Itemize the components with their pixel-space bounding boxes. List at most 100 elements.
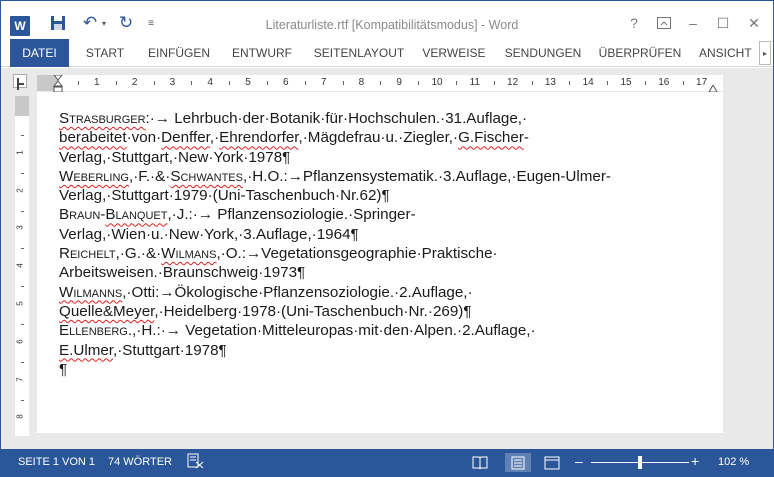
minimize-button[interactable]: – bbox=[682, 11, 704, 35]
text-run: ,·Otti:→Ökologische·Pflanzensoziologie.·… bbox=[122, 283, 473, 301]
text-run: ,·F.·&· bbox=[128, 167, 171, 185]
tab-entwurf[interactable]: ENTWURF bbox=[227, 39, 297, 67]
ruler-tick bbox=[115, 81, 117, 85]
misspelled-word: E.Ulmer bbox=[59, 341, 114, 359]
document-right-edge bbox=[756, 92, 773, 449]
text-run: :·→ Lehrbuch·der·Botanik·für·Hochschulen… bbox=[145, 110, 528, 127]
text-run: Ellenberg bbox=[59, 322, 128, 340]
text-run: ¶ bbox=[59, 360, 68, 378]
vertical-ruler-tick bbox=[21, 361, 24, 363]
zoom-level[interactable]: 102 % bbox=[718, 456, 749, 468]
tab-ansicht[interactable]: ANSICHT bbox=[699, 39, 759, 67]
vertical-ruler-tick bbox=[21, 399, 24, 401]
status-bar: SEITE 1 VON 1 74 WÖRTER – + 102 % bbox=[1, 449, 773, 476]
vertical-ruler-number: 3 bbox=[15, 225, 25, 231]
misspelled-word: G.Fischer bbox=[458, 129, 524, 147]
ruler-tick bbox=[191, 81, 193, 85]
page-count[interactable]: SEITE 1 VON 1 bbox=[18, 456, 95, 468]
bibliography-entry[interactable]: Wilmanns,·Otti:→Ökologische·Pflanzensozi… bbox=[59, 283, 699, 322]
ruler-number: 14 bbox=[582, 77, 594, 88]
tab-start[interactable]: START bbox=[81, 39, 129, 67]
horizontal-ruler[interactable]: 1 2 3 4 5 6 7 8 9 10 11 12 13 14 15 16 17 bbox=[37, 75, 723, 91]
zoom-in-button[interactable]: + bbox=[691, 453, 699, 469]
ribbon-display-options-icon[interactable] bbox=[653, 11, 675, 35]
vertical-ruler-number: 1 bbox=[15, 150, 25, 155]
text-run: .,·H.:·→ Vegetation·Mitteleuropas·mit·de… bbox=[127, 322, 536, 340]
print-layout-icon[interactable] bbox=[505, 453, 531, 472]
vertical-ruler-tick bbox=[21, 323, 24, 325]
ruler-tick bbox=[607, 81, 609, 85]
ruler-tick bbox=[682, 81, 684, 85]
misspelled-word: Blanquet bbox=[105, 206, 168, 224]
ruler-tick bbox=[531, 81, 533, 85]
ruler-number: 7 bbox=[320, 77, 327, 88]
help-button[interactable]: ? bbox=[623, 11, 645, 35]
ruler-number: 3 bbox=[169, 77, 176, 88]
web-layout-icon[interactable] bbox=[539, 453, 565, 472]
ruler-number: 17 bbox=[696, 77, 708, 88]
bibliography-entry[interactable]: Ellenberg.,·H.:·→ Vegetation·Mitteleurop… bbox=[59, 321, 699, 360]
ruler-tick bbox=[77, 81, 79, 85]
proofing-icon[interactable] bbox=[187, 453, 205, 471]
bibliography-entry[interactable]: ¶ bbox=[59, 360, 699, 379]
zoom-slider-thumb[interactable] bbox=[638, 456, 642, 469]
maximize-button[interactable]: ☐ bbox=[712, 11, 734, 35]
tabs-scroll-right-icon[interactable]: ▸ bbox=[759, 41, 771, 65]
tab-datei[interactable]: DATEI bbox=[10, 39, 69, 67]
vertical-ruler[interactable]: 1 2 3 4 5 6 7 8 bbox=[15, 96, 29, 436]
vertical-ruler-top-margin bbox=[15, 96, 29, 116]
vertical-ruler-number: 4 bbox=[15, 263, 25, 268]
bibliography-entry[interactable]: Weberling,·F.·&·Schwantes,·H.O.:→Pflanze… bbox=[59, 167, 699, 206]
tab-verweise[interactable]: VERWEISE bbox=[419, 39, 489, 67]
ruler-tick bbox=[418, 81, 420, 85]
ruler-number: 12 bbox=[507, 77, 519, 88]
ruler-number: 9 bbox=[396, 77, 402, 88]
misspelled-word: Wilmans bbox=[161, 245, 217, 263]
text-run: ,·Stuttgart·1978¶ bbox=[113, 341, 227, 359]
document-page[interactable]: Strasburger:·→ Lehrbuch·der·Botanik·für·… bbox=[37, 92, 723, 433]
vertical-ruler-tick bbox=[21, 172, 24, 174]
title-bar: W ↶ ▾ ↻ ≡ Literaturliste.rtf [Kompatibil… bbox=[1, 1, 773, 39]
ruler-tick bbox=[342, 81, 344, 85]
ruler-tick bbox=[644, 81, 646, 85]
tab-ueberpruefen[interactable]: ÜBERPRÜFEN bbox=[597, 39, 683, 67]
vertical-ruler-tick bbox=[21, 286, 24, 288]
bibliography-entry[interactable]: Reichelt,·G.·&·Wilmans,·O.:→Vegetationsg… bbox=[59, 244, 699, 283]
ruler-number: 1 bbox=[94, 77, 100, 88]
ruler-number: 4 bbox=[207, 77, 213, 88]
ruler-number: 11 bbox=[469, 77, 480, 88]
misspelled-word: Denffer bbox=[161, 129, 210, 147]
misspelled-word: Ehrendorfer bbox=[219, 129, 299, 147]
text-run: Reichelt bbox=[59, 245, 116, 263]
tab-einfuegen[interactable]: EINFÜGEN bbox=[141, 39, 217, 67]
ruler-number: 2 bbox=[131, 77, 138, 88]
ruler-tick bbox=[493, 81, 495, 85]
vertical-ruler-tick bbox=[21, 248, 24, 250]
text-run: ,· bbox=[209, 129, 220, 147]
tab-stop-selector-icon[interactable] bbox=[13, 74, 27, 88]
zoom-out-button[interactable]: – bbox=[575, 453, 583, 469]
document-body[interactable]: Strasburger:·→ Lehrbuch·der·Botanik·für·… bbox=[59, 109, 699, 379]
word-window: W ↶ ▾ ↻ ≡ Literaturliste.rtf [Kompatibil… bbox=[0, 0, 774, 477]
read-mode-icon[interactable] bbox=[467, 453, 493, 472]
close-button[interactable]: ✕ bbox=[743, 11, 765, 35]
ruler-tick bbox=[266, 81, 268, 85]
bibliography-entry[interactable]: Braun-Blanquet,·J.:·→ Pflanzensoziologie… bbox=[59, 205, 699, 244]
ruler-number: 10 bbox=[431, 77, 443, 88]
misspelled-word: berabeitet bbox=[59, 129, 127, 147]
vertical-ruler-number: 8 bbox=[15, 414, 25, 420]
tab-sendungen[interactable]: SENDUNGEN bbox=[501, 39, 585, 67]
misspelled-word: Schwantes bbox=[170, 167, 243, 185]
misspelled-word: Strasburger bbox=[59, 110, 146, 127]
ruler-tick bbox=[380, 81, 382, 85]
tab-seitenlayout[interactable]: SEITENLAYOUT bbox=[309, 39, 409, 67]
ruler-tick bbox=[304, 81, 306, 85]
ruler-number: 5 bbox=[245, 77, 251, 88]
text-run: ,·Mägdefrau·u.·Ziegler,· bbox=[298, 129, 459, 147]
ruler-number: 8 bbox=[358, 77, 365, 88]
bibliography-entry[interactable]: Strasburger:·→ Lehrbuch·der·Botanik·für·… bbox=[59, 109, 699, 167]
vertical-ruler-tick bbox=[21, 134, 24, 136]
vertical-ruler-tick bbox=[21, 210, 24, 212]
word-count[interactable]: 74 WÖRTER bbox=[108, 456, 172, 468]
ruler-number: 15 bbox=[620, 77, 632, 88]
